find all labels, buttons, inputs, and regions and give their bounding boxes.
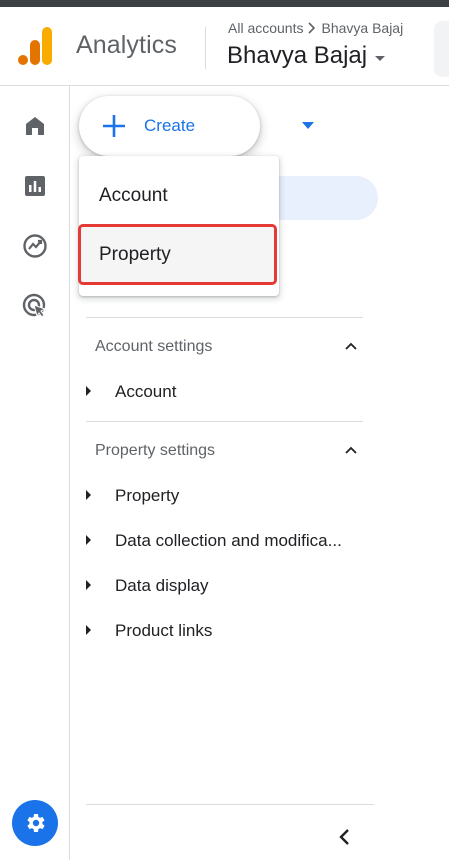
tree-item-label: Data collection and modifica... [115, 531, 342, 550]
tree-item-data-collection[interactable]: Data collection and modifica... [86, 526, 376, 556]
menu-item-label: Property [99, 244, 171, 265]
gear-icon [27, 814, 45, 832]
tree-item-label: Property [115, 486, 180, 505]
create-button[interactable]: Create [79, 96, 314, 156]
chevron-right-icon [308, 22, 316, 34]
breadcrumb-all-accounts[interactable]: All accounts [228, 20, 303, 36]
home-icon[interactable] [22, 113, 48, 139]
tree-item-label: Data display [115, 576, 209, 595]
chevron-left-icon[interactable] [338, 827, 352, 847]
create-button-label: Create [144, 116, 196, 135]
explore-icon[interactable] [22, 233, 48, 259]
divider [86, 804, 374, 805]
menu-item-property[interactable]: Property [78, 224, 277, 285]
chevron-up-icon[interactable] [343, 338, 359, 354]
menu-item-label: Account [99, 185, 168, 206]
divider [86, 421, 363, 422]
nav-rail [0, 86, 70, 860]
search-bar[interactable] [434, 21, 449, 77]
tree-item-label: Account [115, 382, 177, 401]
app-header: Analytics All accounts Bhavya Bajaj Bhav… [0, 7, 449, 86]
settings-button[interactable] [12, 800, 58, 846]
expand-arrow-icon [86, 386, 91, 396]
app-title: Analytics [76, 31, 177, 59]
expand-arrow-icon [86, 625, 91, 635]
expand-arrow-icon [86, 490, 91, 500]
breadcrumb: All accounts Bhavya Bajaj [228, 20, 403, 36]
browser-top-strip [0, 0, 449, 7]
section-title-property-settings: Property settings [95, 442, 216, 459]
divider [86, 317, 363, 318]
tree-item-account[interactable]: Account [86, 377, 376, 407]
section-title-account-settings: Account settings [95, 338, 213, 355]
caret-down-icon [375, 55, 386, 61]
tree-item-product-links[interactable]: Product links [86, 616, 376, 646]
caret-down-icon [302, 122, 314, 129]
chevron-up-icon[interactable] [343, 442, 359, 458]
expand-arrow-icon [86, 535, 91, 545]
reports-icon[interactable] [22, 173, 48, 199]
header-divider [205, 27, 206, 69]
expand-arrow-icon [86, 580, 91, 590]
tree-item-data-display[interactable]: Data display [86, 571, 376, 601]
plus-icon [103, 115, 125, 137]
tree-item-label: Product links [115, 621, 213, 640]
breadcrumb-account[interactable]: Bhavya Bajaj [321, 20, 403, 36]
tree-item-property[interactable]: Property [86, 481, 376, 511]
advertising-icon[interactable] [22, 293, 48, 319]
menu-item-account[interactable]: Account [79, 166, 279, 226]
account-selector[interactable]: Bhavya Bajaj [227, 42, 386, 70]
analytics-logo-icon[interactable] [18, 27, 52, 65]
account-name: Bhavya Bajaj [227, 42, 368, 69]
